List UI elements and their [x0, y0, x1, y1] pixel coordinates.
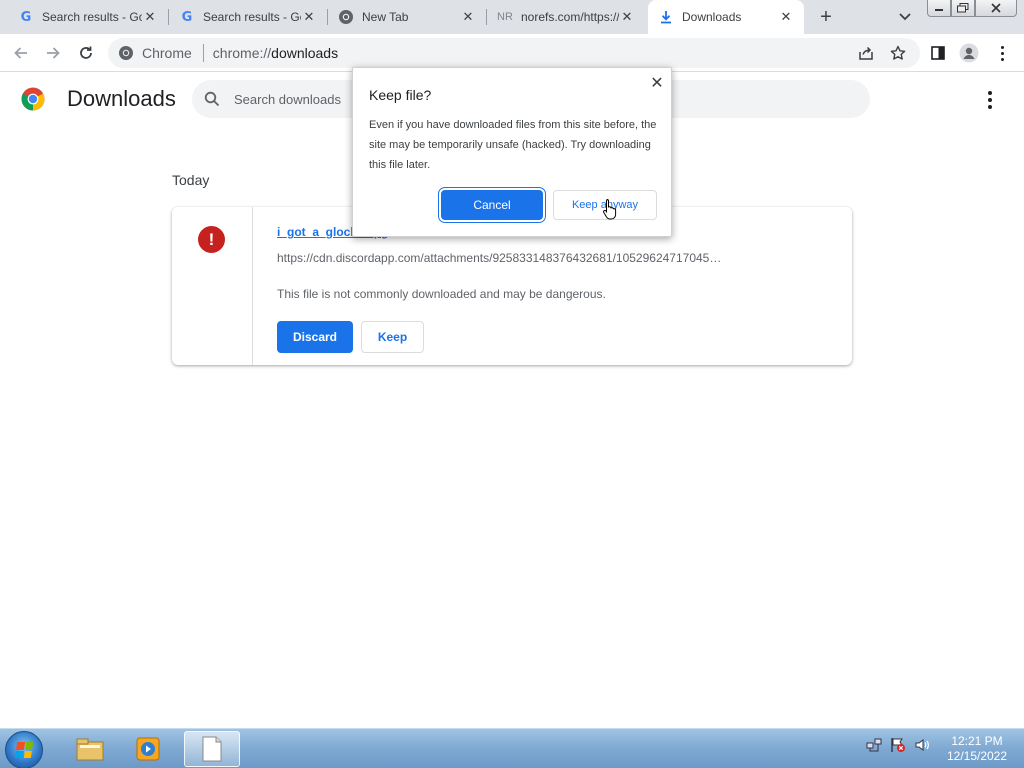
windows-taskbar: 12:21 PM 12/15/2022 [0, 728, 1024, 768]
omnibox-divider [202, 44, 204, 62]
tab-title: Downloads [682, 10, 742, 24]
site-chip-label: Chrome [142, 45, 192, 61]
media-player-taskbar-icon[interactable] [120, 731, 176, 767]
tab-close-icon[interactable]: ✕ [301, 9, 317, 25]
nr-icon: NR [497, 11, 513, 23]
tab-google-search-2[interactable]: G Search results - Google Search ✕ [169, 0, 327, 34]
tab-close-icon[interactable]: ✕ [460, 9, 476, 25]
discard-button[interactable]: Discard [277, 321, 353, 353]
tab-strip: G Search results - Google Search ✕ G Sea… [0, 0, 1024, 34]
address-bar[interactable]: Chrome chrome://downloads [108, 38, 920, 68]
url-text: chrome://downloads [212, 45, 339, 61]
minimize-icon[interactable] [927, 0, 951, 17]
network-icon[interactable] [866, 737, 882, 753]
download-danger-message: This file is not commonly downloaded and… [277, 287, 606, 301]
clock-date: 12/15/2022 [946, 749, 1008, 763]
tab-downloads[interactable]: Downloads ✕ [648, 0, 804, 34]
page-title: Downloads [67, 86, 176, 111]
tab-title: Search results - Google Search [42, 10, 142, 24]
start-button[interactable] [5, 731, 43, 768]
download-source-url[interactable]: https://cdn.discordapp.com/attachments/9… [277, 251, 777, 265]
clock-time: 12:21 PM [951, 734, 1003, 748]
side-panel-icon[interactable] [928, 43, 948, 63]
dialog-close-icon[interactable]: ✕ [648, 74, 666, 92]
google-icon: G [20, 9, 32, 25]
danger-warning-icon: ! [198, 226, 225, 253]
action-center-flag-icon[interactable] [890, 737, 906, 753]
tab-title: Search results - Google Search [203, 10, 301, 24]
new-tab-icon[interactable]: + [814, 6, 838, 28]
file-explorer-taskbar-icon[interactable] [62, 731, 118, 767]
tab-title: norefs.com/https:// [521, 10, 619, 24]
google-icon: G [181, 9, 193, 25]
forward-arrow-icon[interactable] [40, 40, 66, 66]
tab-norefs[interactable]: NR norefs.com/https:// ✕ [487, 0, 645, 34]
keep-file-dialog: Keep file? ✕ Even if you have downloaded… [352, 67, 672, 237]
tab-close-icon[interactable]: ✕ [778, 9, 794, 25]
back-arrow-icon[interactable] [8, 40, 34, 66]
windows-logo-icon [14, 742, 34, 758]
tab-new-tab[interactable]: New Tab ✕ [328, 0, 486, 34]
volume-icon[interactable] [914, 737, 930, 753]
profile-avatar-icon[interactable] [959, 43, 979, 63]
restore-icon[interactable] [951, 0, 975, 17]
star-bookmark-icon[interactable] [888, 43, 908, 63]
chrome-icon [338, 9, 354, 25]
date-section-label: Today [172, 172, 210, 188]
share-icon[interactable] [856, 43, 876, 63]
chevron-down-icon[interactable] [895, 8, 915, 26]
chrome-site-chip[interactable]: Chrome [118, 45, 192, 61]
download-icon-column: ! [172, 207, 253, 365]
reload-icon[interactable] [73, 40, 99, 66]
chrome-icon [119, 46, 133, 60]
downloads-more-icon[interactable] [980, 90, 1000, 110]
chrome-logo-icon [21, 87, 45, 111]
download-icon [658, 9, 674, 25]
tab-title: New Tab [362, 10, 409, 24]
tab-close-icon[interactable]: ✕ [142, 9, 158, 25]
tab-close-icon[interactable]: ✕ [619, 9, 635, 25]
keep-button[interactable]: Keep [361, 321, 424, 353]
browser-menu-icon[interactable] [992, 43, 1012, 63]
system-tray [866, 737, 930, 753]
dialog-message: Even if you have downloaded files from t… [369, 119, 657, 171]
window-close-icon[interactable] [975, 0, 1017, 17]
taskbar-clock[interactable]: 12:21 PM 12/15/2022 [942, 734, 1012, 764]
tab-google-search-1[interactable]: G Search results - Google Search ✕ [8, 0, 168, 34]
window-controls [927, 0, 1017, 18]
notepad-taskbar-icon[interactable] [184, 731, 240, 767]
dialog-cancel-button[interactable]: Cancel [441, 190, 543, 220]
dialog-title: Keep file? [369, 87, 432, 103]
search-icon [204, 91, 220, 107]
mouse-cursor-icon [603, 199, 617, 220]
